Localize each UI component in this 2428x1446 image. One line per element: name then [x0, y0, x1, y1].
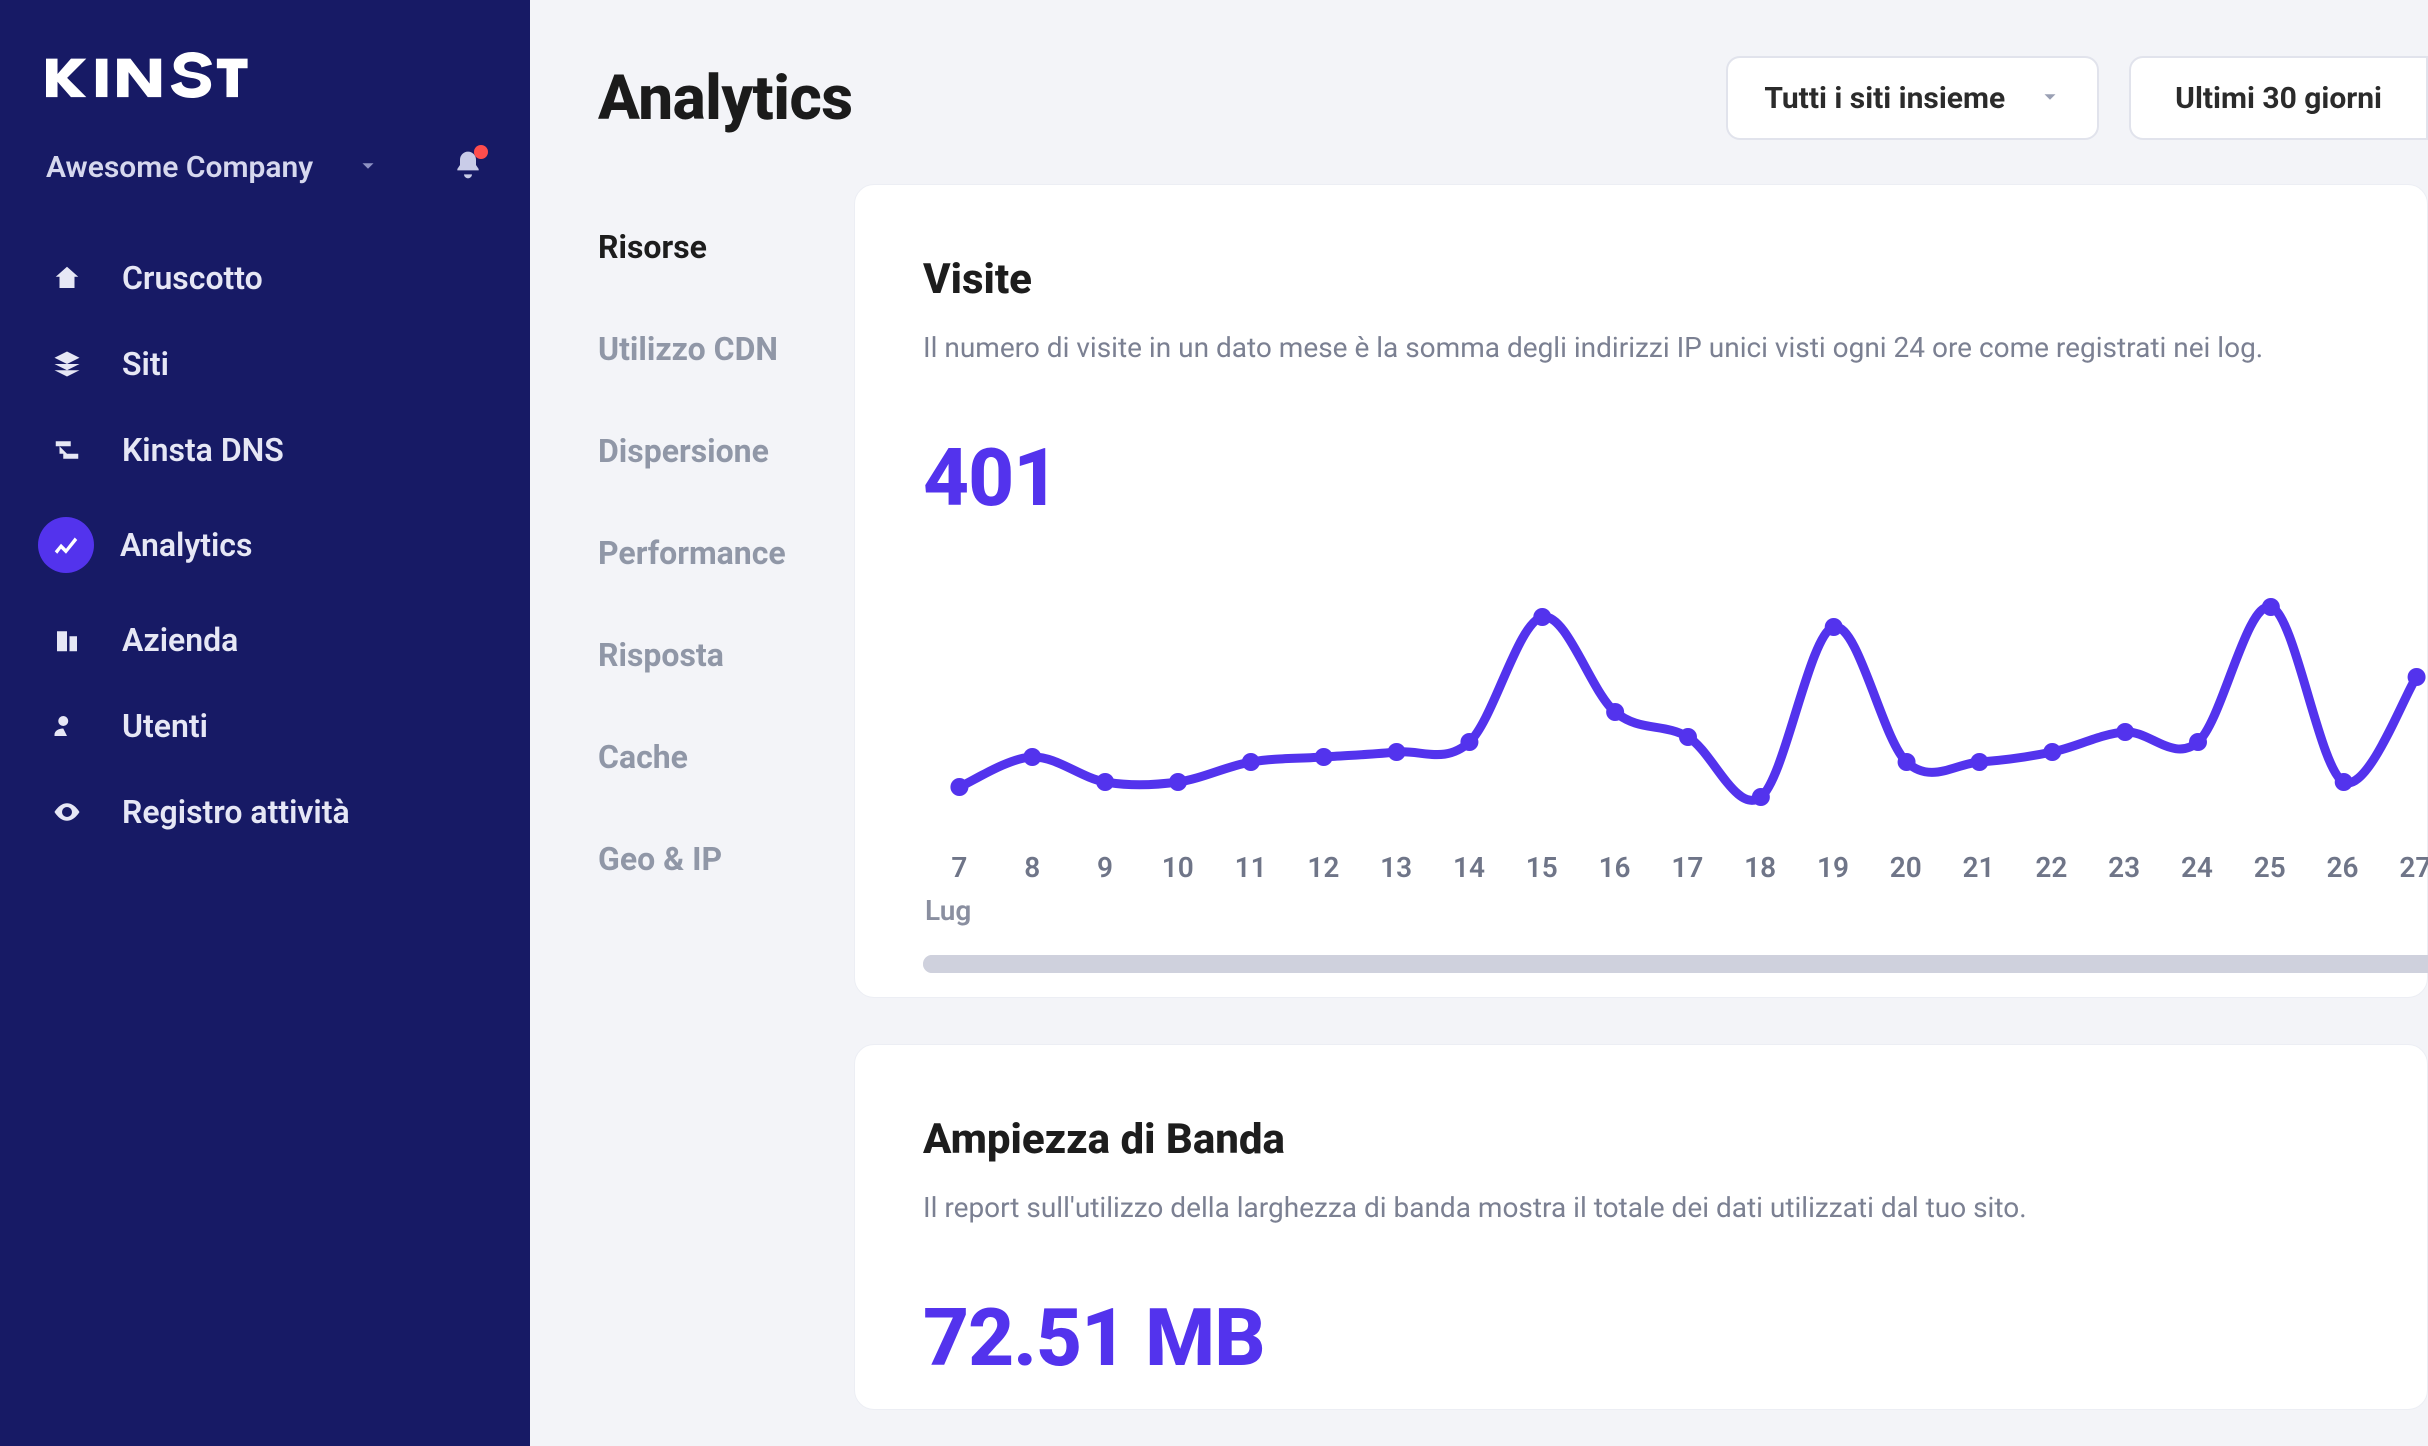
sidebar-item-label: Utenti — [122, 707, 208, 745]
x-tick-label: 8 — [996, 851, 1069, 884]
analytics-subnav: Risorse Utilizzo CDN Dispersione Perform… — [598, 184, 854, 1446]
x-tick-label: 7 — [923, 851, 996, 884]
sidebar-item-dns[interactable]: Kinsta DNS — [22, 407, 508, 493]
sidebar-item-activity[interactable]: Registro attività — [22, 769, 508, 855]
x-tick-label: 24 — [2161, 851, 2234, 884]
period-filter-select[interactable]: Ultimi 30 giorni — [2129, 56, 2428, 140]
sidebar-item-dashboard[interactable]: Cruscotto — [22, 235, 508, 321]
x-tick-label: 12 — [1287, 851, 1360, 884]
x-tick-label: 27 — [2379, 851, 2428, 884]
page-title: Analytics — [598, 62, 853, 135]
subnav-item-cache[interactable]: Cache — [598, 706, 854, 808]
x-tick-label: 20 — [1869, 851, 1942, 884]
layers-icon — [48, 345, 86, 383]
panel-visits-title: Visite — [923, 255, 2427, 304]
subnav-item-label: Performance — [598, 534, 786, 572]
main: Analytics Tutti i siti insieme Ultimi 30… — [530, 0, 2428, 1446]
site-filter-select[interactable]: Tutti i siti insieme — [1726, 56, 2099, 140]
panel-visits: Visite Il numero di visite in un dato me… — [854, 184, 2428, 998]
notification-dot — [474, 145, 488, 159]
x-tick-label: 26 — [2306, 851, 2379, 884]
sidebar: Awesome Company Cruscotto Siti Kins — [0, 0, 530, 1446]
panel-bandwidth-title: Ampiezza di Banda — [923, 1115, 2427, 1164]
sidebar-item-label: Azienda — [122, 621, 238, 659]
dns-icon — [48, 431, 86, 469]
visits-x-axis: 789101112131415161718192021222324252627 — [923, 851, 2428, 884]
brand-logo — [46, 48, 248, 102]
sidebar-item-users[interactable]: Utenti — [22, 683, 508, 769]
sidebar-item-label: Kinsta DNS — [122, 431, 284, 469]
x-tick-label: 11 — [1214, 851, 1287, 884]
topbar: Analytics Tutti i siti insieme Ultimi 30… — [530, 0, 2428, 184]
sidebar-item-label: Siti — [122, 345, 169, 383]
x-tick-label: 17 — [1651, 851, 1724, 884]
sidebar-item-company[interactable]: Azienda — [22, 597, 508, 683]
subnav-item-label: Risorse — [598, 228, 707, 266]
sidebar-item-label: Registro attività — [122, 793, 350, 831]
subnav-item-response[interactable]: Risposta — [598, 604, 854, 706]
x-tick-label: 10 — [1141, 851, 1214, 884]
site-filter-label: Tutti i siti insieme — [1764, 81, 2005, 116]
subnav-item-label: Cache — [598, 738, 688, 776]
subnav-item-label: Dispersione — [598, 432, 769, 470]
visits-x-month: Lug — [923, 894, 2427, 927]
building-icon — [48, 621, 86, 659]
chart-horizontal-scrollbar[interactable] — [923, 955, 2428, 973]
sidebar-item-label: Cruscotto — [122, 259, 263, 297]
visits-chart: 789101112131415161718192021222324252627 … — [923, 567, 2427, 973]
chevron-down-icon — [357, 150, 379, 185]
visits-total: 401 — [923, 431, 2427, 525]
subnav-item-performance[interactable]: Performance — [598, 502, 854, 604]
subnav-item-dispersion[interactable]: Dispersione — [598, 400, 854, 502]
x-tick-label: 19 — [1797, 851, 1870, 884]
company-switcher[interactable]: Awesome Company — [46, 150, 379, 185]
subnav-item-cdn[interactable]: Utilizzo CDN — [598, 298, 854, 400]
x-tick-label: 25 — [2233, 851, 2306, 884]
eye-icon — [48, 793, 86, 831]
period-filter-label: Ultimi 30 giorni — [2175, 81, 2382, 116]
chevron-down-icon — [2039, 81, 2061, 116]
company-name: Awesome Company — [46, 150, 313, 185]
visits-line-chart — [923, 567, 2428, 837]
subnav-item-label: Geo & IP — [598, 840, 722, 878]
panel-visits-desc: Il numero di visite in un dato mese è la… — [923, 328, 2427, 367]
x-tick-label: 15 — [1505, 851, 1578, 884]
sidebar-item-label: Analytics — [120, 526, 252, 564]
subnav-item-geoip[interactable]: Geo & IP — [598, 808, 854, 910]
users-icon — [48, 707, 86, 745]
home-icon — [48, 259, 86, 297]
primary-nav: Cruscotto Siti Kinsta DNS Analytics Azie… — [0, 235, 530, 855]
panel-bandwidth-desc: Il report sull'utilizzo della larghezza … — [923, 1188, 2427, 1227]
x-tick-label: 21 — [1942, 851, 2015, 884]
subnav-item-label: Utilizzo CDN — [598, 330, 778, 368]
x-tick-label: 16 — [1578, 851, 1651, 884]
subnav-item-resources[interactable]: Risorse — [598, 196, 854, 298]
x-tick-label: 14 — [1433, 851, 1506, 884]
x-tick-label: 18 — [1724, 851, 1797, 884]
panel-bandwidth: Ampiezza di Banda Il report sull'utilizz… — [854, 1044, 2428, 1410]
x-tick-label: 9 — [1069, 851, 1142, 884]
x-tick-label: 13 — [1360, 851, 1433, 884]
x-tick-label: 23 — [2088, 851, 2161, 884]
bandwidth-total: 72.51 MB — [923, 1291, 2427, 1385]
sidebar-item-analytics[interactable]: Analytics — [22, 493, 508, 597]
sidebar-item-sites[interactable]: Siti — [22, 321, 508, 407]
notifications-button[interactable] — [452, 149, 484, 185]
subnav-item-label: Risposta — [598, 636, 724, 674]
chart-icon — [38, 517, 94, 573]
x-tick-label: 22 — [2015, 851, 2088, 884]
